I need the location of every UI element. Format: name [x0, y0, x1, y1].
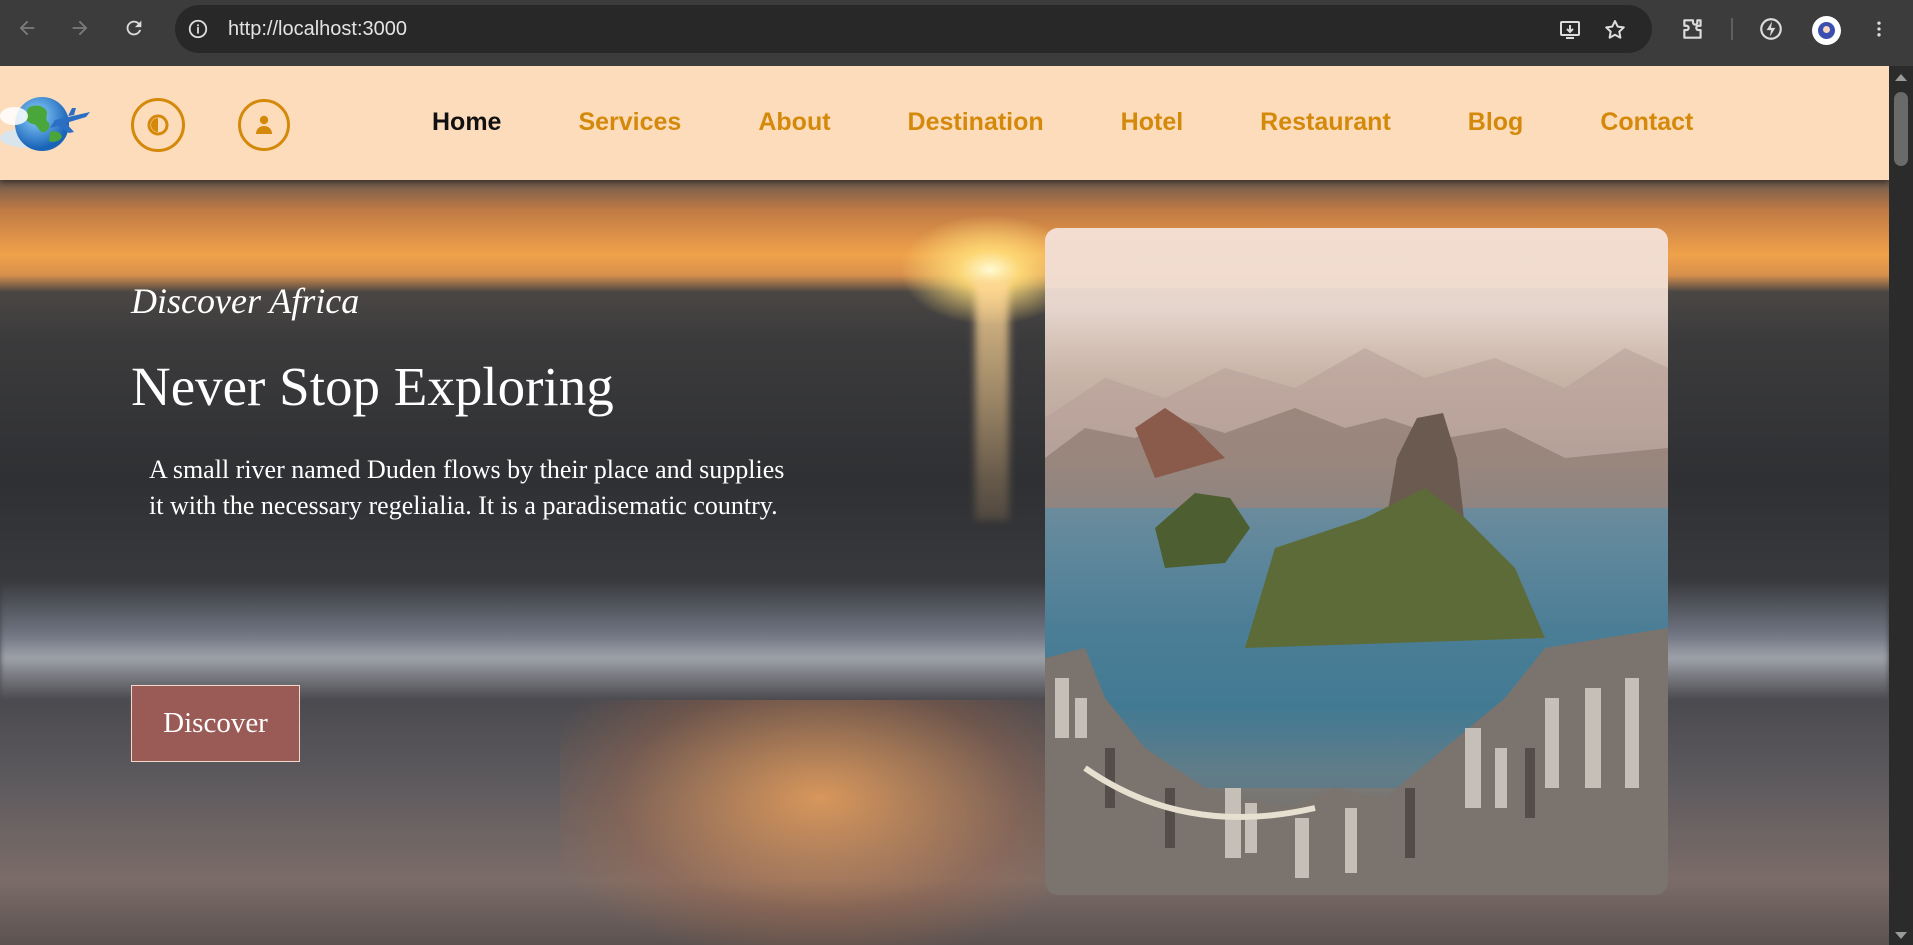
site-header: Home Services About Destination Hotel Re… [0, 66, 1889, 180]
puzzle-icon[interactable] [1680, 16, 1706, 42]
contrast-icon [147, 114, 169, 136]
hero-section: Discover Africa Never Stop Exploring A s… [0, 180, 1889, 945]
nav-blog[interactable]: Blog [1468, 108, 1524, 137]
sand-glow [560, 700, 1080, 945]
scroll-down-icon[interactable] [1895, 932, 1907, 939]
nav-services[interactable]: Services [578, 108, 681, 137]
page-viewport: Home Services About Destination Hotel Re… [0, 66, 1889, 945]
toolbar-divider [1731, 18, 1733, 40]
forward-button[interactable] [64, 12, 96, 44]
arrow-left-icon [19, 20, 35, 36]
account-button[interactable] [238, 99, 290, 151]
performance-icon[interactable] [1758, 16, 1784, 42]
more-menu-icon[interactable] [1869, 16, 1889, 42]
star-icon[interactable] [1603, 18, 1627, 42]
rio-landscape-image [1045, 228, 1668, 895]
user-icon [256, 115, 272, 134]
nav-destination[interactable]: Destination [908, 108, 1044, 137]
reload-icon [126, 20, 142, 36]
scrollbar-thumb[interactable] [1894, 92, 1908, 166]
discover-button[interactable]: Discover [131, 685, 300, 762]
reload-button[interactable] [118, 12, 150, 44]
back-button[interactable] [11, 12, 43, 44]
hero-eyebrow: Discover Africa [131, 281, 360, 321]
nav-restaurant[interactable]: Restaurant [1260, 108, 1391, 137]
hero-title: Never Stop Exploring [131, 356, 614, 417]
scroll-up-icon[interactable] [1895, 74, 1907, 81]
info-icon[interactable] [187, 18, 209, 40]
address-bar[interactable]: http://localhost:3000 [175, 5, 1652, 53]
hero-description: A small river named Duden flows by their… [149, 455, 785, 520]
sun-reflection [975, 280, 1009, 520]
globe-airplane-logo[interactable] [0, 86, 92, 160]
url-text[interactable]: http://localhost:3000 [228, 18, 407, 41]
nav-home[interactable]: Home [432, 108, 501, 137]
nav-about[interactable]: About [758, 108, 830, 137]
destination-photo-card [1045, 228, 1668, 895]
arrow-right-icon [72, 20, 88, 36]
browser-toolbar: http://localhost:3000 [0, 0, 1913, 66]
page-scrollbar[interactable] [1889, 66, 1913, 945]
nav-hotel[interactable]: Hotel [1121, 108, 1184, 137]
profile-avatar[interactable] [1812, 16, 1841, 45]
nav-contact[interactable]: Contact [1600, 108, 1693, 137]
install-app-icon[interactable] [1558, 18, 1582, 42]
theme-toggle-button[interactable] [131, 98, 185, 152]
main-nav: Home Services About Destination Hotel Re… [432, 108, 1693, 137]
